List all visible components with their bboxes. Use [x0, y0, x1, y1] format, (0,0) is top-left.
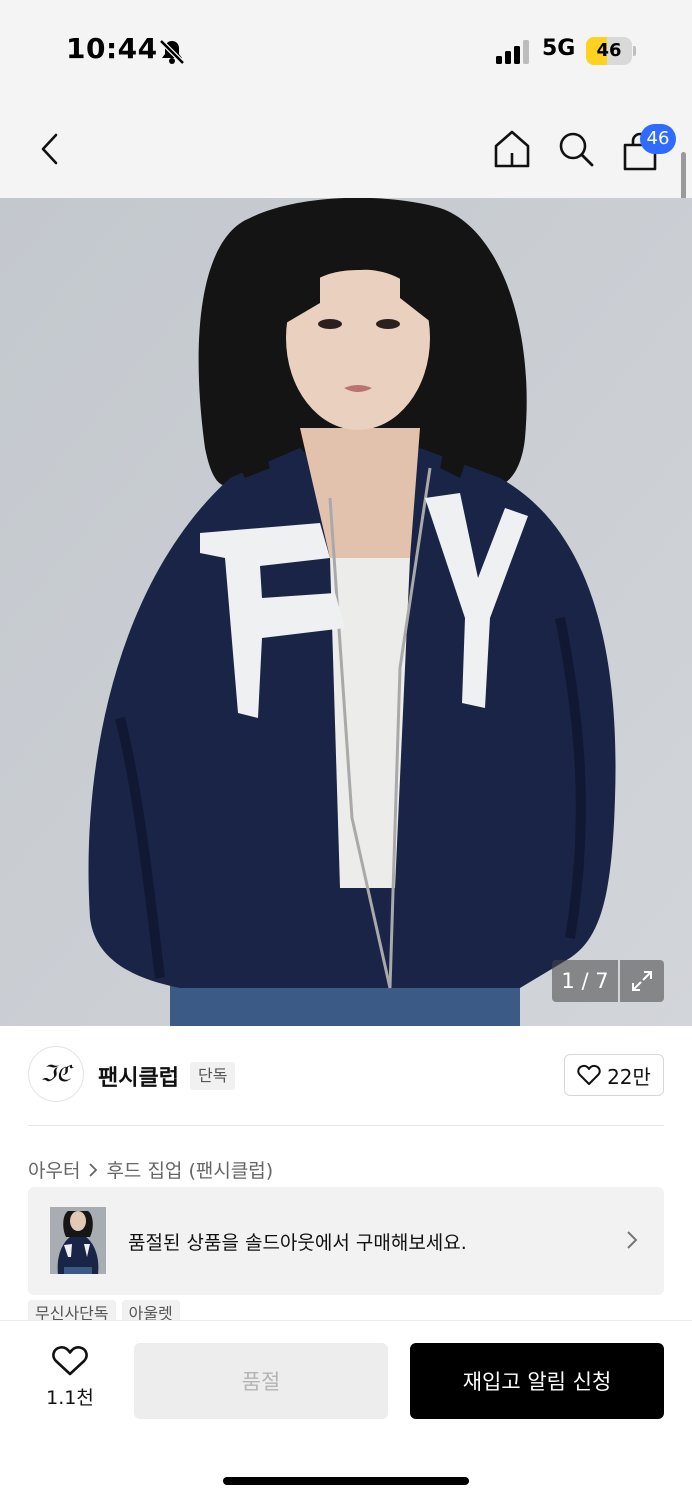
banner-text: 품절된 상품을 솔드아웃에서 구매해보세요. [128, 1232, 467, 1254]
cart-button[interactable]: 46 [610, 100, 676, 198]
chevron-right-icon [627, 1231, 638, 1249]
chevron-right-icon [89, 1162, 98, 1177]
signal-icon [496, 40, 529, 64]
bell-muted-icon [159, 39, 185, 65]
brand-name[interactable]: 팬시클럽 [98, 1060, 179, 1092]
expand-icon [632, 971, 652, 991]
bottom-action-bar: 1.1천 품절 재입고 알림 신청 [0, 1320, 692, 1500]
search-icon [559, 132, 594, 167]
network-label: 5G [542, 36, 576, 61]
soldout-banner[interactable]: 품절된 상품을 솔드아웃에서 구매해보세요. [28, 1187, 664, 1295]
battery-label: 46 [596, 40, 622, 61]
back-button[interactable] [20, 100, 80, 198]
home-indicator [223, 1477, 469, 1485]
product-photo-illustration [0, 198, 692, 1026]
expand-button[interactable] [620, 960, 664, 1002]
home-icon [494, 130, 530, 168]
cart-count-badge: 46 [640, 124, 676, 154]
brand-logo[interactable]: ℑℭ [28, 1046, 84, 1102]
banner-thumbnail [50, 1207, 106, 1274]
tag-item[interactable]: 무신사단독 [28, 1300, 116, 1320]
brand-row: ℑℭ 팬시클럽 단독 22만 [0, 1026, 692, 1126]
wishlist-count: 1.1천 [46, 1387, 94, 1409]
chevron-left-icon [41, 133, 58, 165]
search-button[interactable] [546, 100, 606, 198]
home-button[interactable] [482, 100, 542, 198]
restock-alert-button[interactable]: 재입고 알림 신청 [410, 1343, 664, 1419]
breadcrumb-category[interactable]: 아우터 [28, 1156, 80, 1183]
tag-item[interactable]: 아울렛 [121, 1300, 180, 1320]
image-counter: 1 / 7 [552, 960, 618, 1002]
exclusive-badge: 단독 [190, 1062, 236, 1090]
status-bar: 10:44 5G 46 [0, 0, 692, 100]
breadcrumb: 아우터 후드 집업 (팬시클럽) [28, 1156, 273, 1183]
top-nav: 46 [0, 100, 692, 236]
battery-nub [633, 46, 636, 56]
status-time: 10:44 [66, 32, 158, 65]
breadcrumb-subcategory[interactable]: 후드 집업 (팬시클럽) [106, 1156, 273, 1183]
wishlist-button[interactable]: 1.1천 [30, 1345, 110, 1421]
divider [28, 1125, 664, 1126]
soldout-button: 품절 [134, 1343, 388, 1419]
tag-list: 무신사단독 아울렛 [28, 1300, 180, 1320]
heart-icon [52, 1346, 88, 1376]
heart-icon [577, 1064, 601, 1085]
brand-like-count: 22만 [607, 1064, 651, 1089]
battery-indicator: 46 [586, 37, 632, 65]
brand-like-button[interactable]: 22만 [564, 1054, 664, 1096]
product-image[interactable] [0, 198, 692, 1026]
